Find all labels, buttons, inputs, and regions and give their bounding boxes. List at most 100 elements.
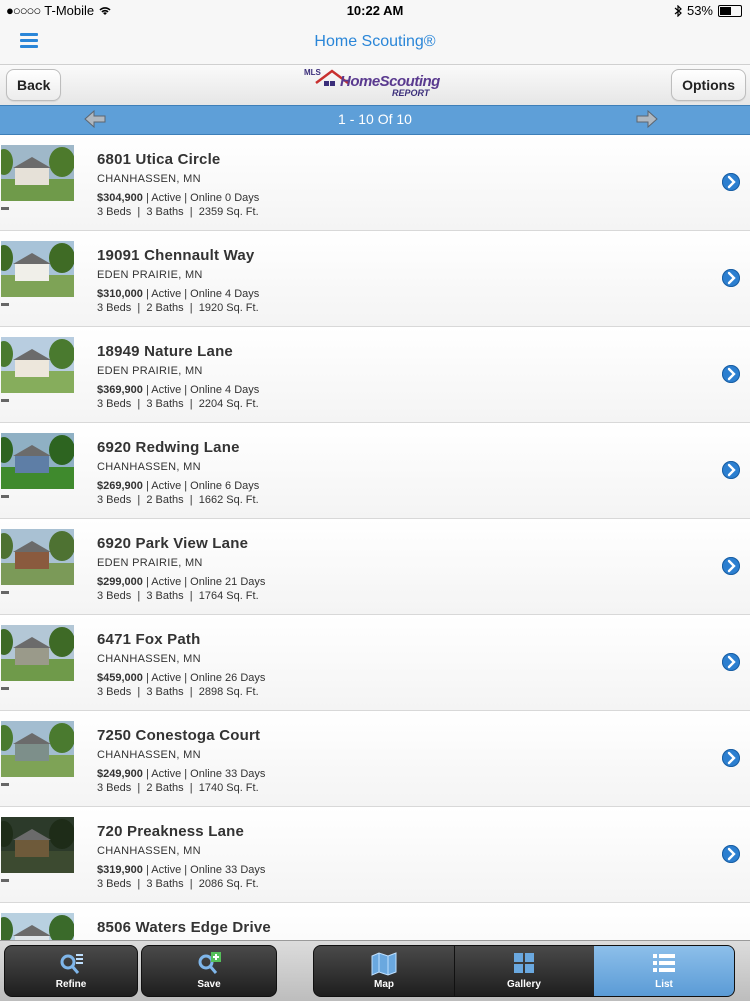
listing-details: 3 Beds | 3 Baths | 2359 Sq. Ft. [97,206,259,218]
listing-status: | Active | Online 0 Days [142,192,260,204]
listing-photo [1,529,74,585]
listing-price-status: $459,000 | Active | Online 26 Days [97,672,265,684]
listing-row[interactable]: 18949 Nature Lane EDEN PRAIRIE, MN $369,… [0,327,750,423]
photo-indicator [1,399,9,402]
chevron-right-icon[interactable] [722,557,740,575]
listing-status: | Active | Online 4 Days [142,288,260,300]
listing-address: 6801 Utica Circle [97,151,221,168]
listing-price-status: $310,000 | Active | Online 4 Days [97,288,259,300]
listing-city: CHANHASSEN, MN [97,749,201,761]
listing-details: 3 Beds | 3 Baths | 2898 Sq. Ft. [97,686,259,698]
listing-address: 18949 Nature Lane [97,343,233,360]
save-button[interactable]: Save [141,945,277,997]
refine-button[interactable]: Refine [4,945,138,997]
listing-address: 6920 Park View Lane [97,535,249,552]
status-time: 10:22 AM [346,3,404,18]
listing-status: | Active | Online 21 Days [142,576,266,588]
chevron-right-icon[interactable] [722,749,740,767]
listing-row[interactable]: 19091 Chennault Way EDEN PRAIRIE, MN $31… [0,231,750,327]
map-label: Map [374,979,394,990]
arrow-right-icon[interactable] [634,107,660,131]
map-icon [371,952,397,976]
back-button[interactable]: Back [6,69,62,101]
listing-price: $319,900 [97,864,143,876]
listing-photo [1,625,74,681]
listing-photo [1,721,74,777]
listing-row[interactable]: 7250 Conestoga Court CHANHASSEN, MN $249… [0,711,750,807]
listing-status: | Active | Online 33 Days [142,864,266,876]
chevron-right-icon[interactable] [722,173,740,191]
listing-price: $269,900 [97,480,143,492]
photo-indicator [1,879,9,882]
listing-address: 8506 Waters Edge Drive [97,919,271,936]
listing-details: 3 Beds | 2 Baths | 1740 Sq. Ft. [97,782,259,794]
logo-mls: MLS [304,68,321,77]
listing-details: 3 Beds | 3 Baths | 2204 Sq. Ft. [97,398,259,410]
listing-status: | Active | Online 33 Days [142,768,266,780]
listing-price: $310,000 [97,288,143,300]
pager-bar: 1 - 10 Of 10 [0,105,750,135]
photo-indicator [1,591,9,594]
status-bar: ●○○○○ T-Mobile 10:22 AM 53% [0,0,750,22]
gallery-button[interactable]: Gallery [454,946,595,996]
listing-status: | Active | Online 26 Days [142,672,266,684]
chevron-right-icon[interactable] [722,365,740,383]
listing-address: 6471 Fox Path [97,631,201,648]
listing-photo [1,241,74,297]
chevron-right-icon[interactable] [722,653,740,671]
listing-price: $304,900 [97,192,143,204]
map-button[interactable]: Map [314,946,455,996]
listing-city: CHANHASSEN, MN [97,461,201,473]
listing-price: $249,900 [97,768,143,780]
listing-row[interactable]: 6920 Redwing Lane CHANHASSEN, MN $269,90… [0,423,750,519]
listing-price-status: $304,900 | Active | Online 0 Days [97,192,259,204]
battery-percent: 53% [686,3,713,18]
listing-price-status: $299,000 | Active | Online 21 Days [97,576,265,588]
listing-price-status: $269,900 | Active | Online 6 Days [97,480,259,492]
listing-list: 6801 Utica Circle CHANHASSEN, MN $304,90… [0,135,750,940]
listing-city: EDEN PRAIRIE, MN [97,365,203,377]
listing-price: $459,000 [97,672,143,684]
listing-city: CHANHASSEN, MN [97,173,201,185]
bluetooth-icon [674,4,682,17]
listing-photo [1,433,74,489]
chevron-right-icon[interactable] [722,461,740,479]
listing-row[interactable]: 720 Preakness Lane CHANHASSEN, MN $319,9… [0,807,750,903]
listing-photo [1,337,74,393]
homescouting-logo: MLS HomeScouting REPORT [304,67,446,101]
list-button[interactable]: List [594,946,734,996]
photo-indicator [1,783,9,786]
listing-row[interactable]: 6801 Utica Circle CHANHASSEN, MN $304,90… [0,135,750,231]
listing-row[interactable]: 6920 Park View Lane EDEN PRAIRIE, MN $29… [0,519,750,615]
listing-details: 3 Beds | 2 Baths | 1662 Sq. Ft. [97,494,259,506]
listing-price: $369,900 [97,384,143,396]
listing-status: | Active | Online 4 Days [142,384,260,396]
search-list-icon [60,954,83,974]
listing-photo [1,913,74,940]
logo-sub: REPORT [392,88,430,98]
listing-address: 7250 Conestoga Court [97,727,261,744]
chevron-right-icon[interactable] [722,269,740,287]
listing-city: CHANHASSEN, MN [97,845,201,857]
listing-row[interactable]: 8506 Waters Edge Drive [0,903,750,940]
listing-city: CHANHASSEN, MN [97,653,201,665]
search-plus-icon [198,952,221,974]
nav-title: Home Scouting® [314,33,436,50]
photo-indicator [1,207,9,210]
list-label: List [655,979,673,990]
listing-photo [1,817,74,873]
listing-details: 3 Beds | 2 Baths | 1920 Sq. Ft. [97,302,259,314]
header-bar: Back MLS HomeScouting REPORT Options [0,65,750,106]
listing-city: EDEN PRAIRIE, MN [97,557,203,569]
listing-status: | Active | Online 6 Days [142,480,260,492]
chevron-right-icon[interactable] [722,845,740,863]
options-button[interactable]: Options [671,69,746,101]
listing-address: 720 Preakness Lane [97,823,245,840]
listing-price-status: $249,900 | Active | Online 33 Days [97,768,265,780]
photo-indicator [1,687,9,690]
listing-photo [1,145,74,201]
listing-details: 3 Beds | 3 Baths | 2086 Sq. Ft. [97,878,259,890]
listing-row[interactable]: 6471 Fox Path CHANHASSEN, MN $459,000 | … [0,615,750,711]
status-right: 53% [674,3,742,18]
listing-address: 6920 Redwing Lane [97,439,240,456]
